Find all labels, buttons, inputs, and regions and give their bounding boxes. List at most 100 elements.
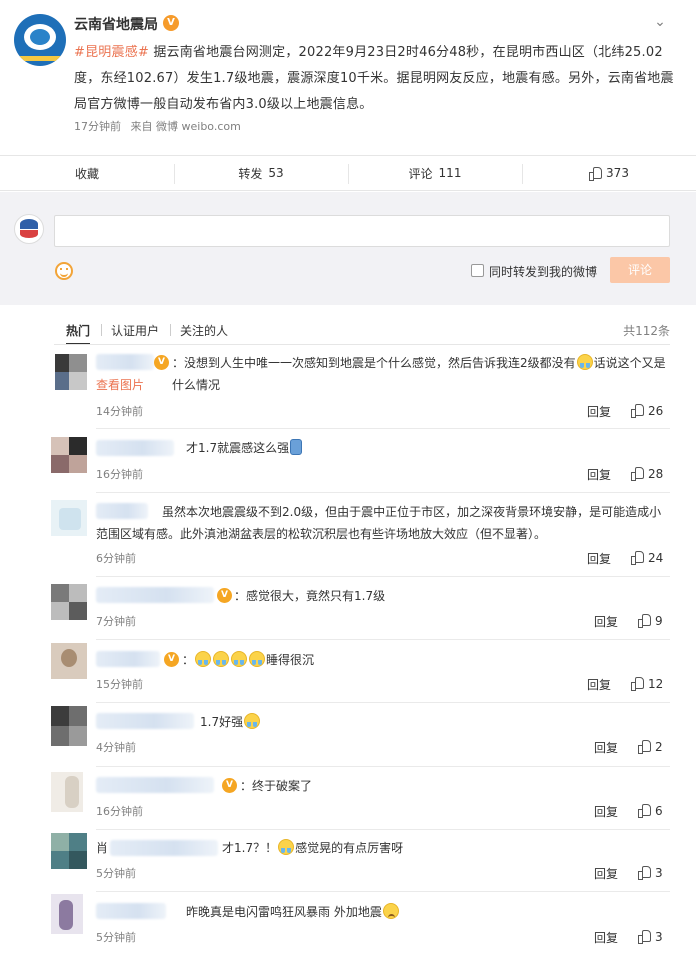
like-button[interactable]: 12 (631, 677, 663, 691)
divider (96, 702, 670, 703)
comment-total: 共112条 (623, 324, 670, 338)
cry-emoji-icon (195, 651, 212, 667)
divider (54, 344, 670, 345)
avatar[interactable] (51, 437, 87, 473)
avatar[interactable] (51, 833, 87, 869)
avatar[interactable] (51, 894, 83, 934)
avatar[interactable] (55, 354, 87, 390)
cry-emoji-icon (576, 354, 593, 370)
comment-text: 虽然本次地震震级不到2.0级，但由于震中正位于市区，加之深夜背景环境安静，是可能… (96, 505, 662, 541)
username[interactable] (96, 354, 154, 370)
comment-text: 才1.7就震感这么强 (186, 437, 486, 459)
divider (96, 766, 670, 767)
thumbs-up-icon (589, 167, 603, 181)
verified-badge-icon: V (163, 15, 179, 31)
avatar[interactable] (51, 643, 87, 679)
username[interactable] (96, 903, 166, 919)
username[interactable] (110, 840, 218, 856)
thumbs-up-icon (638, 804, 651, 818)
thumbs-up-icon (631, 551, 644, 565)
like-button[interactable]: 28 (631, 467, 663, 481)
reply-button[interactable]: 回复 (594, 929, 618, 946)
thumbs-up-icon (631, 677, 644, 691)
comment-button[interactable]: 评论 111 (348, 156, 522, 190)
username[interactable] (96, 440, 174, 456)
avatar[interactable] (51, 772, 83, 812)
cry-emoji-icon (278, 839, 295, 855)
username[interactable] (96, 587, 214, 603)
comment-time[interactable]: 5分钟前 (96, 929, 136, 945)
comment-text: ：感觉很大，竟然只有1.7级 (234, 589, 386, 603)
divider (96, 492, 670, 493)
avatar[interactable] (51, 706, 87, 746)
comment-time[interactable]: 16分钟前 (96, 466, 143, 482)
view-image-link[interactable]: 查看图片 (96, 378, 144, 392)
username[interactable] (96, 777, 214, 793)
comment-time[interactable]: 7分钟前 (96, 613, 136, 629)
verified-badge-icon: V (217, 588, 232, 603)
comment-time[interactable]: 14分钟前 (96, 403, 143, 419)
reply-button[interactable]: 回复 (587, 550, 611, 567)
favorite-button[interactable]: 收藏 (0, 156, 174, 190)
figure-emoji-icon (290, 439, 303, 455)
tab-verified-users[interactable]: 认证用户 (111, 322, 159, 339)
tab-following[interactable]: 关注的人 (180, 322, 228, 339)
tab-hot[interactable]: 热门 (66, 322, 91, 345)
thumbs-up-icon (631, 467, 644, 481)
sad-emoji-icon (382, 903, 399, 919)
avatar[interactable] (51, 500, 87, 536)
reply-button[interactable]: 回复 (587, 466, 611, 483)
repost-checkbox[interactable] (471, 264, 484, 277)
like-button[interactable]: 3 (638, 930, 663, 944)
like-button[interactable]: 9 (638, 614, 663, 628)
divider (96, 576, 670, 577)
reply-button[interactable]: 回复 (594, 865, 618, 882)
cry-emoji-icon (231, 651, 248, 667)
verified-badge-icon: V (164, 652, 179, 667)
thumbs-up-icon (638, 740, 651, 754)
like-button[interactable]: 2 (638, 740, 663, 754)
comment-time[interactable]: 5分钟前 (96, 865, 136, 881)
post-meta: 17分钟前 来自 微博 weibo.com (74, 118, 247, 134)
thumbs-up-icon (631, 404, 644, 418)
like-button[interactable]: 6 (638, 804, 663, 818)
comment-time[interactable]: 4分钟前 (96, 739, 136, 755)
cry-emoji-icon (244, 713, 261, 729)
reply-button[interactable]: 回复 (594, 739, 618, 756)
comment-text: 才1.7？！ 感觉晃的有点厉害呀 (222, 839, 404, 855)
verified-badge-icon: V (154, 355, 169, 370)
comment-filter-tabs: 热门 认证用户 关注的人 共112条 (0, 318, 696, 345)
submit-comment-button[interactable]: 评论 (610, 257, 670, 283)
my-avatar[interactable] (14, 214, 44, 244)
post-text: #昆明震感# 据云南省地震台网测定，2022年9月23日2时46分48秒，在昆明… (74, 40, 674, 118)
comment-text: 1.7好强 (200, 711, 400, 733)
repost-option-label[interactable]: 同时转发到我的微博 (489, 263, 597, 280)
post-time[interactable]: 17分钟前 (74, 120, 121, 133)
author-name[interactable]: 云南省地震局 (74, 14, 158, 34)
username[interactable] (96, 713, 194, 729)
username[interactable] (96, 651, 160, 667)
comment-time[interactable]: 6分钟前 (96, 550, 136, 566)
divider (96, 428, 670, 429)
comment-text-continued: 查看图片 (96, 374, 296, 396)
like-button[interactable]: 373 (522, 156, 696, 190)
reply-button[interactable]: 回复 (587, 676, 611, 693)
cry-emoji-icon (249, 651, 266, 667)
chevron-down-icon[interactable]: ⌄ (652, 14, 668, 30)
avatar[interactable] (51, 584, 87, 620)
author-avatar[interactable] (14, 14, 66, 66)
comment-text: ：终于破案了 (240, 779, 313, 793)
like-button[interactable]: 24 (631, 551, 663, 565)
repost-button[interactable]: 转发 53 (174, 156, 348, 190)
comment-time[interactable]: 15分钟前 (96, 676, 143, 692)
reply-button[interactable]: 回复 (594, 613, 618, 630)
comment-input[interactable] (54, 215, 670, 247)
comment-time[interactable]: 16分钟前 (96, 803, 143, 819)
reply-button[interactable]: 回复 (594, 803, 618, 820)
post-source[interactable]: 来自 微博 weibo.com (131, 120, 241, 133)
like-button[interactable]: 26 (631, 404, 663, 418)
like-button[interactable]: 3 (638, 866, 663, 880)
emoji-icon[interactable] (55, 262, 73, 280)
hashtag-link[interactable]: #昆明震感# (74, 45, 149, 60)
reply-button[interactable]: 回复 (587, 403, 611, 420)
